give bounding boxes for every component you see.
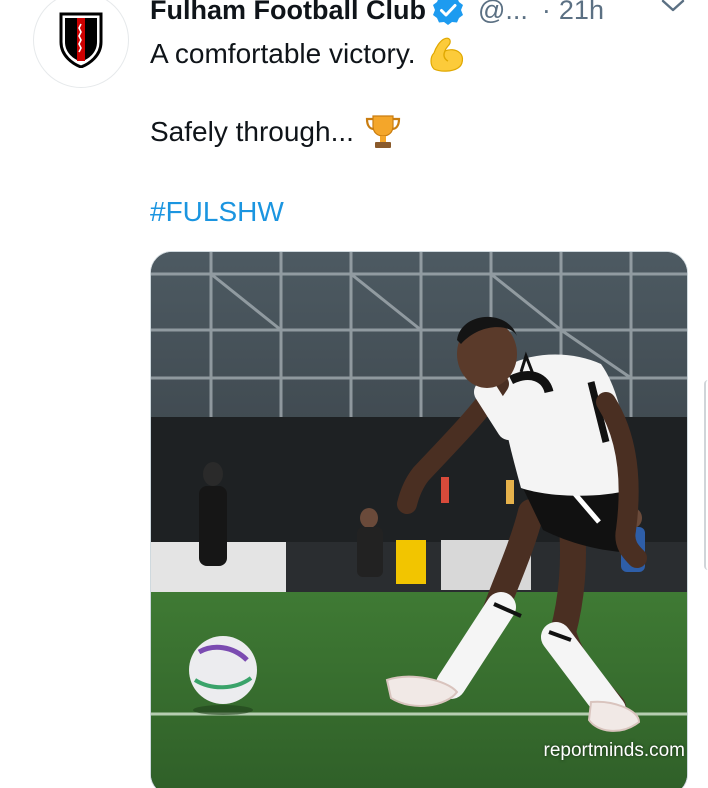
tweet-text-line: Safely through... <box>150 112 402 152</box>
hashtag-link[interactable]: #FULSHW <box>150 192 284 232</box>
handle[interactable]: @... <box>478 0 528 26</box>
flexed-biceps-emoji <box>426 35 466 73</box>
separator: · <box>541 0 551 25</box>
fulham-crest-icon <box>59 12 103 68</box>
trophy-emoji <box>364 113 402 151</box>
tweet-text-line: A comfortable victory. <box>150 34 466 74</box>
timestamp[interactable]: 21h <box>559 0 604 26</box>
display-name[interactable]: Fulham Football Club <box>150 0 426 26</box>
chevron-down-icon[interactable] <box>660 0 686 16</box>
adjacent-card-edge <box>704 380 708 570</box>
tweet-text: Safely through... <box>150 116 354 147</box>
photo-watermark: reportminds.com <box>543 740 686 761</box>
verified-badge-icon <box>432 0 464 26</box>
tweet[interactable]: Fulham Football Club @... · 21h A comfor… <box>0 0 708 788</box>
tweet-text: A comfortable victory. <box>150 38 416 69</box>
match-photo <box>151 252 687 788</box>
avatar[interactable] <box>33 0 129 88</box>
tweet-media-photo[interactable]: reportminds.com <box>150 251 688 788</box>
tweet-header: Fulham Football Club @... · 21h <box>150 0 690 28</box>
